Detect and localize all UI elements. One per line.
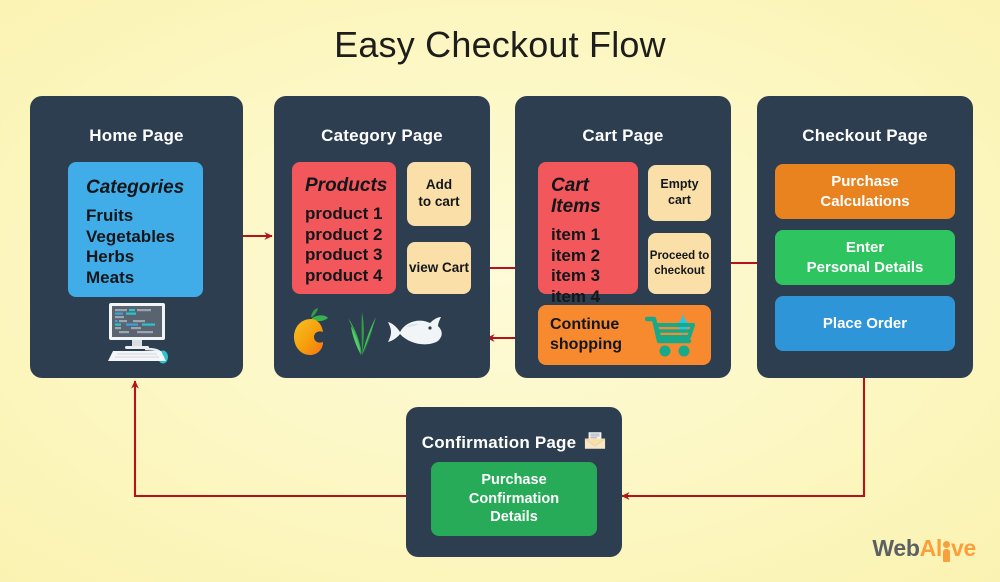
cart-items-heading: Cart Items	[551, 175, 601, 217]
logo-text-ve: ve	[951, 535, 976, 561]
add-to-cart-label-line1: Add	[425, 177, 453, 193]
list-item: Fruits	[86, 205, 134, 225]
empty-cart-label: Empty cart	[660, 177, 699, 207]
proceed-label-line2: checkout	[654, 264, 705, 277]
webalive-logo[interactable]: Web Al ve	[872, 535, 976, 562]
logo-text-al: Al	[919, 535, 943, 561]
shopping-cart-icon	[644, 311, 701, 364]
panel-cart-page[interactable]: Cart Page Cart Items item 1 item 2 item …	[515, 96, 731, 378]
list-item: product 1	[305, 203, 383, 223]
proceed-label-line1: Proceed to	[649, 250, 710, 263]
herbs-icon	[342, 308, 382, 361]
panel-category-page[interactable]: Category Page Products product 1 product…	[274, 96, 490, 378]
card-cart-items[interactable]: Cart Items item 1 item 2 item 3 item 4	[538, 162, 638, 306]
panel-home-page[interactable]: Home Page Categories Fruits Vegetables H…	[30, 96, 243, 378]
view-cart-button[interactable]: view Cart	[407, 242, 471, 294]
view-cart-label: view Cart	[408, 259, 470, 275]
computer-monitor-icon	[97, 303, 177, 365]
add-to-cart-button[interactable]: Add to cart	[407, 162, 471, 226]
list-item: Meats	[86, 268, 135, 288]
enter-details-line1: Enter	[845, 239, 885, 256]
panel-checkout-title: Checkout Page	[802, 126, 928, 145]
envelope-icon	[584, 431, 606, 455]
panel-home-title: Home Page	[89, 126, 184, 145]
place-order-label: Place Order	[822, 314, 908, 332]
list-item: product 2	[305, 224, 383, 244]
logo-text-web: Web	[872, 535, 920, 561]
purchase-calculations-line1: Purchase	[831, 173, 899, 190]
place-order-button[interactable]: Place Order	[775, 296, 955, 351]
continue-shopping-line1: Continue	[550, 316, 620, 333]
confirmation-details-line1: Purchase	[481, 471, 547, 488]
card-products[interactable]: Products product 1 product 2 product 3 p…	[292, 162, 396, 294]
continue-shopping-line2: shopping	[550, 336, 622, 353]
page-title: Easy Checkout Flow	[334, 24, 666, 65]
diagram-canvas: Easy Checkout Flow Home Page Categories …	[0, 0, 1000, 582]
list-item: Vegetables	[86, 226, 175, 246]
list-item: item 2	[551, 245, 601, 265]
continue-shopping-button[interactable]: Continue shopping	[538, 305, 711, 365]
arrow-confirmation-to-home	[131, 380, 406, 498]
logo-person-icon	[942, 539, 951, 562]
list-item: product 3	[305, 245, 383, 265]
fish-icon	[386, 313, 446, 356]
panel-checkout-page[interactable]: Checkout Page Purchase Calculations Ente…	[757, 96, 973, 378]
list-item: product 4	[305, 266, 383, 286]
confirmation-details-line2: Confirmation	[468, 490, 560, 507]
list-item: item 1	[551, 224, 601, 244]
enter-personal-details-button[interactable]: Enter Personal Details	[775, 230, 955, 285]
proceed-to-checkout-button[interactable]: Proceed to checkout	[648, 233, 711, 294]
panel-cart-title: Cart Page	[582, 126, 664, 145]
purchase-calculations-button[interactable]: Purchase Calculations	[775, 164, 955, 219]
purchase-calculations-line2: Calculations	[820, 192, 910, 210]
list-item: item 3	[551, 266, 601, 286]
confirmation-details-line3: Details	[490, 509, 538, 526]
card-categories[interactable]: Categories Fruits Vegetables Herbs Meats	[68, 162, 203, 297]
categories-heading: Categories	[86, 177, 185, 198]
mango-icon	[290, 308, 332, 361]
list-item: Herbs	[86, 247, 135, 267]
enter-details-line2: Personal Details	[806, 258, 924, 276]
purchase-confirmation-details-card[interactable]: Purchase Confirmation Details	[431, 462, 597, 536]
empty-cart-button[interactable]: Empty cart	[648, 165, 711, 221]
products-heading: Products	[305, 175, 388, 196]
panel-category-title: Category Page	[321, 126, 443, 145]
panel-confirmation-page[interactable]: Confirmation Page Purchase Confirmation …	[406, 407, 622, 557]
add-to-cart-label-line2: to cart	[418, 194, 460, 209]
panel-confirmation-title: Confirmation Page	[421, 433, 577, 452]
